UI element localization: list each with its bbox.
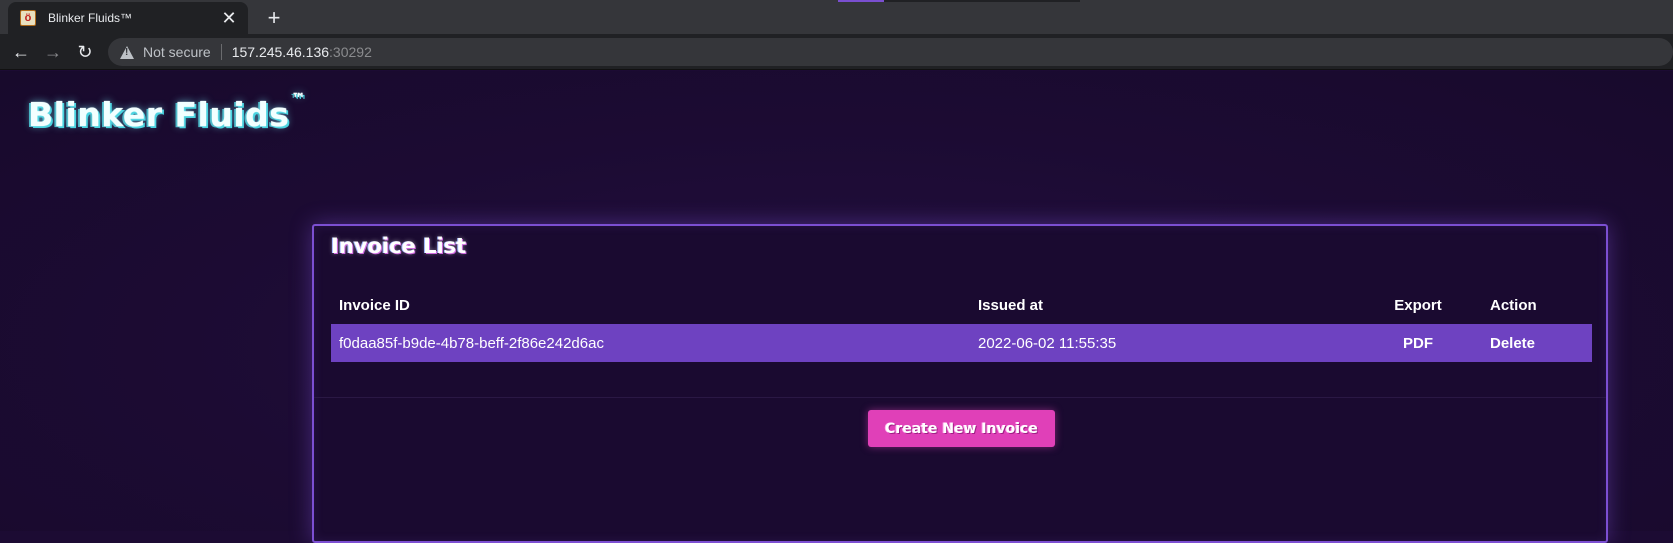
invoice-list-panel: Invoice List Invoice ID Issued at Export…	[312, 224, 1608, 543]
close-tab-icon[interactable]: ✕	[220, 8, 238, 29]
delete-invoice-link[interactable]: Delete	[1478, 335, 1592, 352]
tab-title: Blinker Fluids™	[48, 11, 133, 25]
warning-icon[interactable]	[120, 45, 134, 59]
brand-logo[interactable]: Blinker Fluids ™	[28, 91, 306, 134]
url-port: :30292	[329, 44, 372, 60]
column-header-action: Action	[1490, 296, 1537, 314]
back-icon[interactable]: ←	[7, 38, 35, 66]
issued-at-cell: 2022-06-02 11:55:35	[978, 334, 1117, 352]
column-header-invoice-id: Invoice ID	[339, 296, 410, 314]
reload-icon[interactable]: ↻	[71, 38, 99, 66]
favicon-icon: ö	[20, 10, 36, 26]
security-status[interactable]: Not secure	[143, 44, 211, 60]
table-row: f0daa85f-b9de-4b78-beff-2f86e242d6ac 202…	[331, 324, 1592, 362]
new-tab-icon[interactable]: +	[260, 4, 288, 32]
forward-icon[interactable]: →	[39, 38, 67, 66]
invoice-id-cell: f0daa85f-b9de-4b78-beff-2f86e242d6ac	[339, 334, 604, 352]
tab-strip-accent-dark	[884, 0, 1080, 2]
trademark-mark: ™	[291, 91, 306, 107]
page-content: Blinker Fluids ™ Invoice List Invoice ID …	[0, 71, 1673, 543]
column-header-issued-at: Issued at	[978, 296, 1044, 314]
address-divider	[220, 44, 222, 60]
create-new-invoice-button[interactable]: Create New Invoice	[868, 410, 1055, 447]
url-host: 157.245.46.136	[231, 44, 330, 60]
brand-name: Blinker Fluids	[28, 95, 290, 134]
browser-tab[interactable]: ö Blinker Fluids™ ✕	[8, 2, 248, 34]
export-pdf-link[interactable]: PDF	[1358, 335, 1478, 352]
column-header-export: Export	[1394, 296, 1442, 314]
browser-toolbar: ← → ↻ Not secure 157.245.46.136 :30292	[0, 34, 1673, 70]
browser-tabstrip: ö Blinker Fluids™ ✕ +	[0, 0, 1673, 34]
panel-title: Invoice List	[331, 234, 467, 258]
address-bar[interactable]: Not secure 157.245.46.136 :30292	[108, 38, 1673, 66]
tab-strip-accent	[838, 0, 884, 2]
table-header: Invoice ID Issued at Export Action	[331, 286, 1592, 324]
panel-footer-divider	[314, 397, 1606, 398]
invoice-table: Invoice ID Issued at Export Action f0daa…	[331, 286, 1592, 362]
